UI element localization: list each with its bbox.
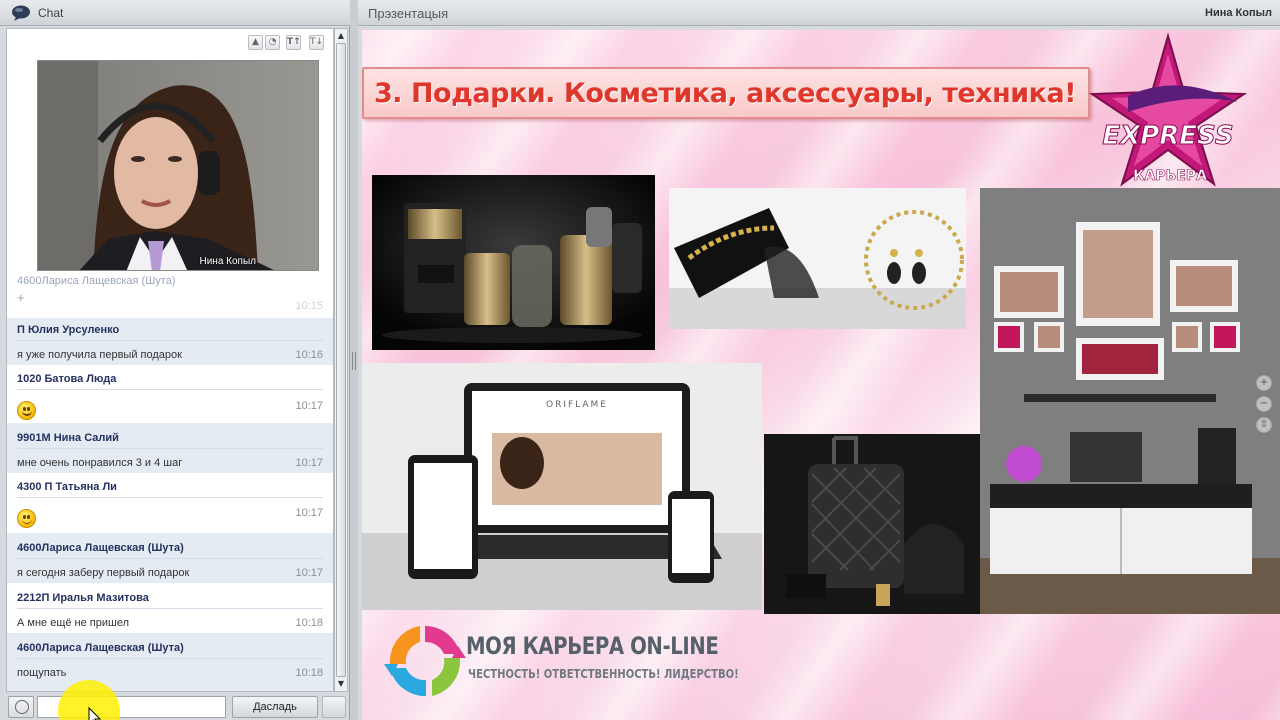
scroll-up-arrow-icon[interactable]: ▲ [335, 29, 347, 43]
message-divider [17, 658, 323, 659]
message-author: 4300 П Татьяна Ли [17, 481, 117, 493]
message-divider [17, 340, 323, 341]
message-author: 1020 Батова Люда [17, 373, 117, 385]
chat-message: 4600Лариса Лащевская (Шута) пощупать 10:… [7, 633, 333, 691]
zoom-tools: + − ⇳ [1256, 375, 1274, 438]
scroll-thumb[interactable] [336, 43, 346, 677]
message-author: 4600Лариса Лащевская (Шута) [17, 542, 184, 554]
message-placeholder-glyph: + [17, 290, 25, 305]
resize-grip-icon [352, 352, 356, 370]
logo-karera-text: КАРЬЕРА [1133, 168, 1207, 184]
slide-title: 3. Подарки. Косметика, аксессуары, техни… [374, 78, 1077, 109]
message-time: 10:17 [295, 457, 323, 469]
zoom-out-icon[interactable]: − [1256, 396, 1272, 412]
home-interior-image [980, 188, 1280, 614]
send-button[interactable]: Дасладь [232, 696, 318, 718]
message-text: я уже получила первый подарок [17, 349, 182, 361]
smiley-icon [15, 700, 29, 714]
chat-pod: Chat ▲ ◔ T↑ T↓ Нина Копыл 4600Лариса Лащ… [0, 0, 350, 720]
laptop-brand-text: ORIFLAME [546, 400, 608, 410]
appliances-image [372, 175, 655, 350]
webcam-image [38, 61, 318, 270]
clear-chat-icon[interactable]: ◔ [265, 35, 280, 50]
message-time: 10:18 [295, 617, 323, 629]
logo-express-text: EXPRESS [1102, 121, 1233, 151]
message-divider [17, 389, 323, 390]
chat-message: П Юлия Урсуленко я уже получила первый п… [7, 318, 333, 365]
fit-page-icon[interactable]: ⇳ [1256, 417, 1272, 433]
chat-pod-title: Chat [38, 6, 64, 20]
text-size-down-icon[interactable]: T↓ [309, 35, 324, 50]
message-time: 10:17 [295, 507, 323, 519]
message-time: 10:17 [295, 400, 323, 412]
message-text: я сегодня заберу первый подарок [17, 567, 190, 579]
moya-karera-circle-logo [384, 626, 466, 697]
home-interior-photo [980, 188, 1280, 614]
devices-image: ORIFLAME [362, 363, 762, 610]
message-author: 4600Лариса Лащевская (Шута) [17, 275, 176, 287]
message-time: 10:17 [295, 567, 323, 579]
zoom-in-icon[interactable]: + [1256, 375, 1272, 391]
message-author: 4600Лариса Лащевская (Шута) [17, 642, 184, 654]
presentation-pod-title: Прэзентацыя [368, 6, 449, 21]
message-text: пощупать [17, 667, 67, 679]
presenter-name: Нина Копыл [1205, 7, 1272, 19]
chat-message: 4300 П Татьяна Ли 10:17 [7, 473, 333, 533]
mouse-pointer-icon [88, 706, 102, 720]
text-size-up-icon[interactable]: T↑ [286, 35, 301, 50]
message-divider [17, 558, 323, 559]
presentation-slide: 3. Подарки. Косметика, аксессуары, техни… [362, 30, 1280, 720]
webcam-video: Нина Копыл [37, 60, 319, 271]
message-author: 9901М Нина Салий [17, 432, 119, 444]
message-time: 10:18 [295, 667, 323, 679]
jewelry-photo [669, 188, 966, 329]
webcam-name-label: Нина Копыл [199, 256, 257, 267]
presentation-pod-header: Прэзентацыя Нина Копыл [358, 0, 1280, 26]
jewelry-image [669, 188, 966, 329]
emoticon-button[interactable] [8, 696, 34, 718]
message-divider [17, 448, 323, 449]
app-window: Chat ▲ ◔ T↑ T↓ Нина Копыл 4600Лариса Лащ… [0, 0, 1280, 720]
smile-face-icon [17, 509, 36, 528]
slide-title-banner: 3. Подарки. Косметика, аксессуары, техни… [362, 67, 1090, 119]
chat-message-area[interactable]: ▲ ◔ T↑ T↓ Нина Копыл 4600Лариса Лащевска… [6, 28, 334, 692]
message-time: 10:16 [295, 349, 323, 361]
chat-pod-header: Chat [0, 0, 350, 26]
luggage-photo [764, 434, 980, 614]
message-text: А мне ещё не пришел [17, 617, 130, 629]
pod-resize-divider[interactable] [350, 0, 358, 720]
chat-bubble-icon [12, 5, 30, 21]
appliances-photo [372, 175, 655, 350]
chat-message: 9901М Нина Салий мне очень понравился 3 … [7, 423, 333, 473]
express-karera-star-logo: EXPRESS КАРЬЕРА [1088, 32, 1248, 187]
message-text: мне очень понравился 3 и 4 шаг [17, 457, 183, 469]
devices-photo: ORIFLAME [362, 363, 762, 610]
warning-icon[interactable]: ▲ [248, 35, 263, 50]
luggage-image [764, 434, 980, 614]
grin-face-icon [17, 401, 36, 420]
message-author: П Юлия Урсуленко [17, 324, 120, 336]
footer-tagline: ЧЕСТНОСТЬ! ОТВЕТСТВЕННОСТЬ! ЛИДЕРСТВО! [468, 666, 739, 681]
chat-message: 4600Лариса Лащевская (Шута) я сегодня за… [7, 533, 333, 583]
scroll-down-arrow-icon[interactable]: ▼ [335, 677, 347, 691]
message-divider [17, 608, 323, 609]
message-divider [17, 497, 323, 498]
chat-input-row: Дасладь [0, 694, 350, 720]
message-time: 10:15 [295, 300, 323, 312]
send-options-button[interactable] [322, 696, 346, 718]
footer-brand-name: МОЯ КАРЬЕРА ON-LINE [466, 632, 719, 660]
cursor-highlight [58, 680, 120, 720]
presentation-pod: Прэзентацыя Нина Копыл 3. Подарки. Косме… [358, 0, 1280, 720]
chat-scrollbar[interactable]: ▲ ▼ [334, 28, 348, 692]
message-author: 2212П Иралья Мазитова [17, 592, 149, 604]
chat-message: 2212П Иралья Мазитова А мне ещё не прише… [7, 583, 333, 633]
chat-message: 1020 Батова Люда 10:17 [7, 365, 333, 423]
chat-message: 4600Лариса Лащевская (Шута) + 10:15 [7, 272, 333, 318]
